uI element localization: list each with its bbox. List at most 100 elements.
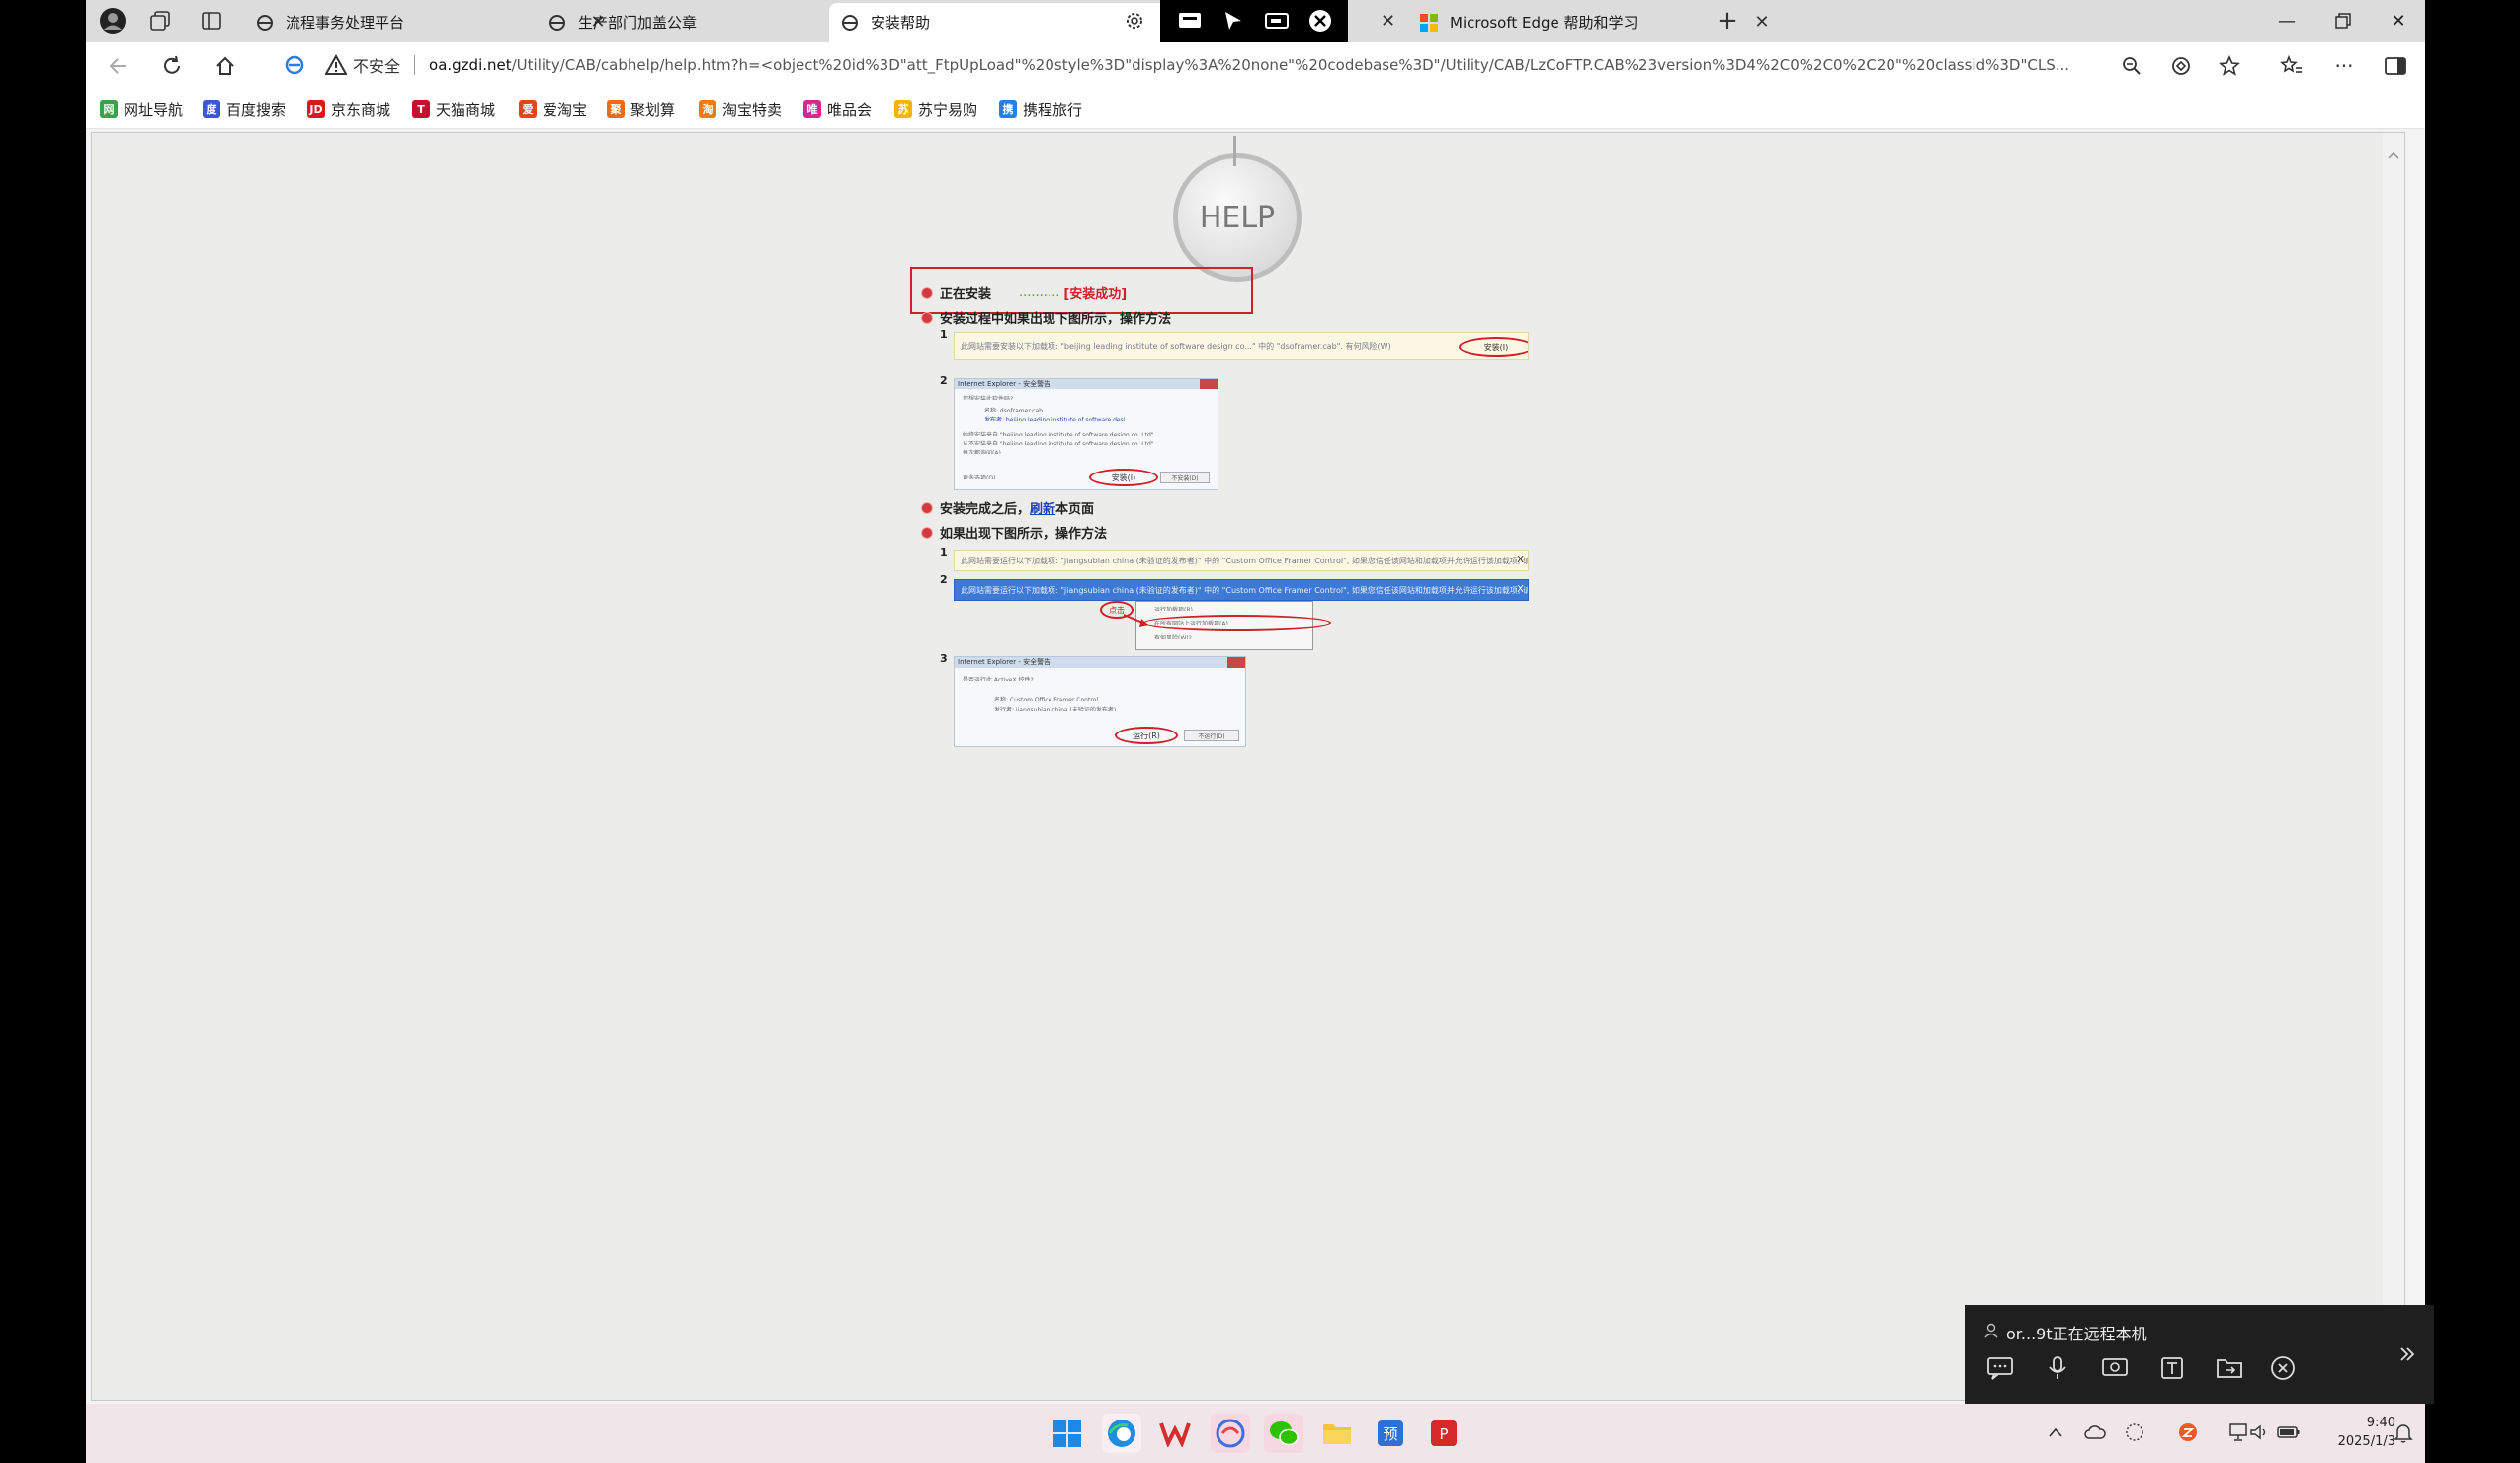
profile-icon[interactable] (98, 6, 127, 36)
minimize-icon[interactable]: — (2259, 0, 2314, 42)
dialog-name: 名称: dsoframer.cab (984, 408, 1043, 412)
volume-icon[interactable] (2246, 1420, 2272, 1445)
dialog-install-oval: 安装(I) (1089, 469, 1158, 486)
fav-label: 爱淘宝 (543, 100, 588, 119)
not-secure-label[interactable]: 不安全 (353, 53, 400, 77)
fav-label: 携程旅行 (1023, 100, 1083, 119)
refresh-suffix: 本页面 (1055, 502, 1095, 517)
menu-item-run: 运行加载项(R) (1154, 607, 1193, 611)
edge-icon[interactable] (1102, 1414, 1141, 1453)
home-icon[interactable] (209, 49, 242, 83)
file-explorer-icon[interactable] (1317, 1414, 1357, 1453)
dialog-close-icon (1227, 657, 1245, 668)
favorite-star-icon[interactable] (2213, 49, 2246, 83)
tab-title: Microsoft Edge 帮助和学习 (1450, 14, 1638, 32)
wechat-icon[interactable] (1264, 1414, 1303, 1453)
favorites-bar: 网网址导航 度百度搜索 JD 京东商城 T 天猫商城 爱爱淘宝 聚聚划算 淘淘宝特卖… (86, 89, 2425, 129)
battery-icon[interactable] (2276, 1420, 2302, 1445)
expand-icon[interactable] (2392, 1338, 2423, 1370)
fav-tmall[interactable]: T 天猫商城 (412, 98, 495, 120)
more-icon[interactable]: ··· (2327, 49, 2361, 83)
preview-app-icon[interactable]: 预 (1371, 1414, 1410, 1453)
remote-toolbar (1160, 0, 1348, 42)
zoom-icon[interactable] (2115, 49, 2148, 83)
fav-baidu[interactable]: 度百度搜索 (203, 98, 286, 120)
scroll-up-icon[interactable] (2383, 145, 2404, 165)
dialog-cancel-button: 不安装(D) (1160, 472, 1210, 483)
security-app-icon[interactable] (2175, 1420, 2201, 1445)
text-input-icon[interactable] (2156, 1352, 2188, 1384)
remote-app-icon[interactable] (1211, 1414, 1250, 1453)
microphone-icon[interactable] (2042, 1352, 2073, 1384)
install-bar-text: 此网站需要安装以下加载项: "beijing leading institute… (961, 341, 1391, 351)
fav-juhuasuan[interactable]: 聚聚划算 (607, 98, 675, 120)
wps-icon[interactable] (1155, 1414, 1195, 1453)
fav-suning[interactable]: 苏苏宁易购 (894, 98, 977, 120)
restore-icon[interactable] (2315, 0, 2371, 42)
sidebar-icon[interactable] (2379, 49, 2412, 83)
taobao-icon: 淘 (699, 100, 716, 118)
taskbar: 预 P 9:40 2025/1/3 (86, 1404, 2425, 1463)
fav-jd[interactable]: JD 京东商城 (307, 98, 390, 120)
pdf-app-icon[interactable]: P (1424, 1414, 1464, 1453)
address-row: 不安全 oa.gzdi.net/Utility/CAB/cabhelp/help… (86, 42, 2425, 89)
windows-start-icon[interactable] (1048, 1414, 1087, 1453)
screen-share-icon[interactable] (2099, 1352, 2131, 1384)
dialog-title-text: Internet Explorer - 安全警告 (958, 658, 1051, 666)
step-prompt-1-text: 安装过程中如果出现下图所示，操作方法 (940, 312, 1172, 327)
install-button-label: 安装(I) (1483, 342, 1509, 352)
pointer-icon[interactable] (1219, 7, 1247, 35)
vertical-scrollbar[interactable] (2383, 133, 2404, 1400)
fav-label: 京东商城 (331, 100, 391, 119)
keyboard-icon[interactable] (1263, 7, 1291, 35)
gear-icon[interactable] (1120, 6, 1149, 36)
workspaces-icon[interactable] (145, 6, 175, 36)
close-tab-icon[interactable]: ✕ (1752, 12, 1772, 33)
stop-icon[interactable] (1306, 7, 1334, 35)
remote-status: or...9t正在远程本机 (2006, 1325, 2147, 1343)
favorites-icon[interactable] (2275, 49, 2309, 83)
read-aloud-icon[interactable] (2164, 49, 2198, 83)
refresh-link[interactable]: 刷新 (1030, 498, 1055, 517)
tab-strip: 流程事务处理平台 ✕ 生产部门加盖公章 ✕ 安装帮助 ✕ ✕ (86, 0, 2425, 42)
fav-aitaobao[interactable]: 爱爱淘宝 (519, 98, 587, 120)
screen-icon[interactable] (1176, 7, 1204, 35)
step-number: 3 (940, 652, 948, 665)
input-method-icon[interactable] (2122, 1420, 2147, 1445)
fav-vip[interactable]: 唯唯品会 (803, 98, 872, 120)
clock-time: 9:40 (2366, 1416, 2395, 1430)
warning-icon (325, 54, 347, 75)
new-tab-icon[interactable]: + (1713, 6, 1742, 36)
step-prompt-2-text: 如果出现下图所示，操作方法 (940, 527, 1108, 542)
notification-bell-icon[interactable] (2391, 1420, 2416, 1445)
dialog-question: 您想安装此软件吗? (963, 396, 1014, 400)
install-status-line: 正在安装 .......... [安装成功] (922, 283, 1127, 301)
close-tab-icon[interactable]: ✕ (1381, 11, 1395, 32)
url-text[interactable]: oa.gzdi.net/Utility/CAB/cabhelp/help.htm… (429, 56, 2099, 74)
ie-page-icon (549, 14, 565, 31)
user-icon (1984, 1323, 1998, 1338)
fav-label: 淘宝特卖 (722, 100, 783, 119)
jd-icon: JD (307, 100, 325, 118)
chevron-up-icon[interactable] (2043, 1420, 2068, 1445)
ie-mode-icon[interactable] (284, 54, 305, 76)
dialog-question: 是否运行此 ActiveX 控件? (963, 677, 1034, 681)
refresh-icon[interactable] (155, 49, 189, 83)
fav-wangzhi[interactable]: 网网址导航 (100, 98, 183, 120)
bullet-icon (922, 502, 932, 513)
address-bar[interactable]: 不安全 oa.gzdi.net/Utility/CAB/cabhelp/help… (264, 47, 2230, 83)
close-window-icon[interactable]: ✕ (2371, 0, 2425, 42)
system-clock[interactable]: 9:40 2025/1/3 (2326, 1414, 2395, 1451)
chat-icon[interactable] (1984, 1352, 2016, 1384)
vertical-tabs-icon[interactable] (197, 6, 226, 36)
back-icon[interactable] (102, 49, 135, 83)
fav-ctrip[interactable]: 携携程旅行 (999, 98, 1082, 120)
cloud-icon[interactable] (2082, 1420, 2108, 1445)
disconnect-icon[interactable] (2267, 1352, 2299, 1384)
fav-taobao-sale[interactable]: 淘淘宝特卖 (699, 98, 782, 120)
tmall-icon: T (412, 100, 430, 118)
page-content: HELP 正在安装 .......... [安装成功] 安装过程中如果出现下图所… (91, 132, 2405, 1401)
step-number: 1 (940, 546, 948, 559)
url-path: /Utility/CAB/cabhelp/help.htm?h=<object%… (511, 56, 2070, 74)
file-transfer-icon[interactable] (2214, 1352, 2245, 1384)
